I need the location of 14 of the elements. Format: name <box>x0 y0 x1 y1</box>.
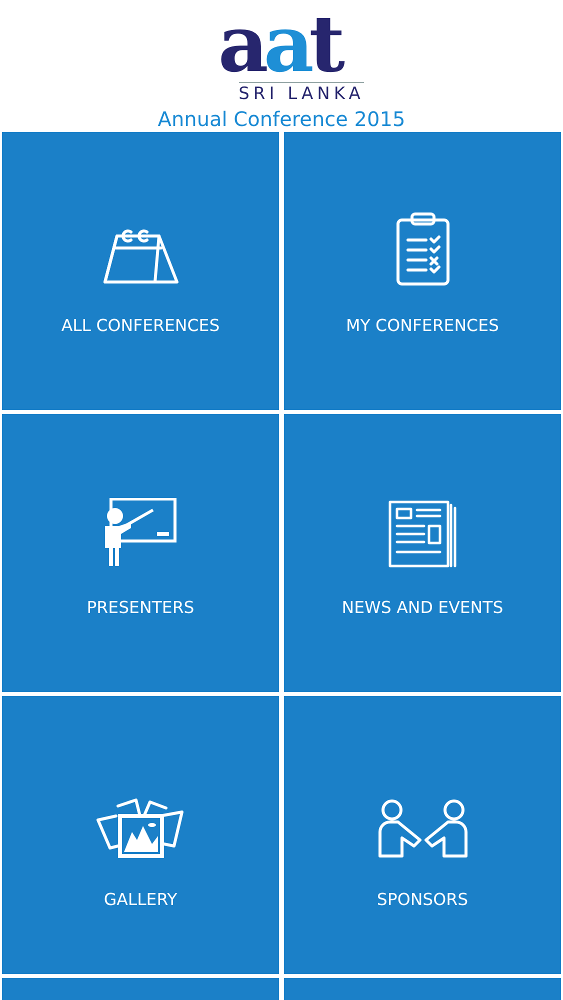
menu-tile[interactable]: PRESENTERS <box>2 414 279 692</box>
menu-tile[interactable]: NEWS AND EVENTS <box>284 414 561 692</box>
photo-gallery-icon <box>96 796 186 860</box>
handshake-icon <box>376 798 468 860</box>
logo-subtitle: SRI LANKA <box>238 82 364 104</box>
newspaper-icon <box>388 500 458 568</box>
presenter-icon <box>102 498 178 568</box>
menu-tile[interactable]: SPONSORS <box>284 696 561 974</box>
app-title: Annual Conference 2015 <box>158 106 406 132</box>
menu-tile[interactable]: MY CONFERENCES <box>284 132 561 410</box>
menu-tile[interactable]: ALL CONFERENCES <box>2 132 279 410</box>
menu-tile[interactable]: GALLERY <box>2 696 279 974</box>
checklist-clipboard-icon <box>396 210 450 286</box>
logo-wordmark: aat <box>216 14 346 76</box>
